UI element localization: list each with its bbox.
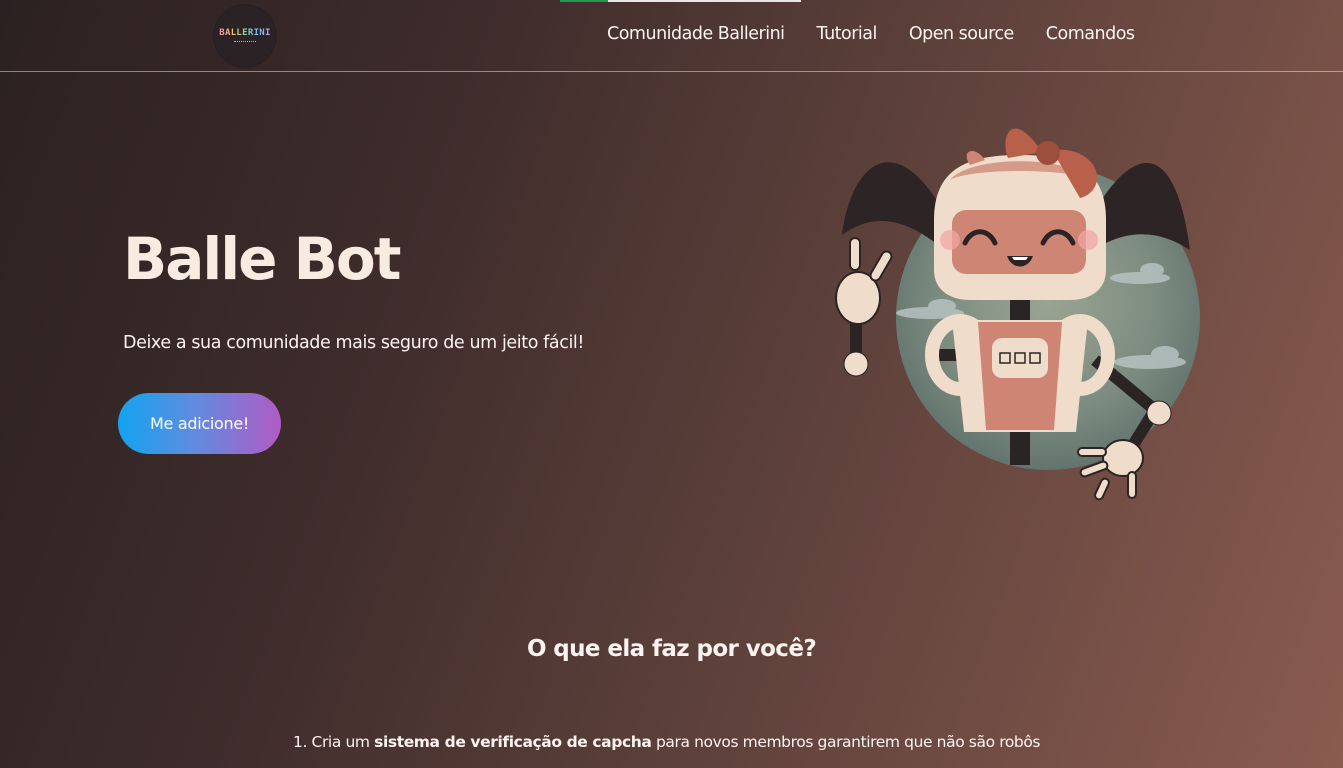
hero-subtitle: Deixe a sua comunidade mais seguro de um… — [123, 333, 585, 353]
nav-link-tutorial[interactable]: Tutorial — [817, 24, 878, 44]
left-pigtail — [842, 162, 940, 245]
feature-item-1: 1. Cria um sistema de verificação de cap… — [293, 733, 1041, 751]
features-heading: O que ela faz por você? — [526, 636, 817, 662]
logo-text: BALLERINI — [219, 28, 271, 38]
logo-decoration — [234, 41, 256, 44]
nav-link-comunidade[interactable]: Comunidade Ballerini — [607, 24, 785, 44]
ok-hand — [1077, 439, 1144, 501]
peace-hand — [835, 237, 893, 325]
feature-highlight: sistema de verificação de capcha — [374, 733, 652, 751]
scroll-progress-fill — [560, 0, 609, 2]
feature-suffix: para novos membros garantirem que não sã… — [655, 733, 1041, 751]
hero-title: Balle Bot — [123, 225, 401, 293]
feature-prefix: Cria um — [311, 733, 370, 751]
nav-link-open-source[interactable]: Open source — [909, 24, 1014, 44]
top-navbar: BALLERINI Comunidade Ballerini Tutorial … — [0, 0, 1343, 72]
ballerini-logo[interactable]: BALLERINI — [214, 5, 276, 67]
nav-link-comandos[interactable]: Comandos — [1046, 24, 1135, 44]
feature-number: 1. — [293, 733, 307, 751]
main-nav: Comunidade Ballerini Tutorial Open sourc… — [607, 24, 1167, 44]
robot-girl-illustration — [835, 128, 1200, 501]
add-bot-button[interactable]: Me adicione! — [118, 393, 281, 454]
scroll-progress-bar — [560, 0, 801, 2]
